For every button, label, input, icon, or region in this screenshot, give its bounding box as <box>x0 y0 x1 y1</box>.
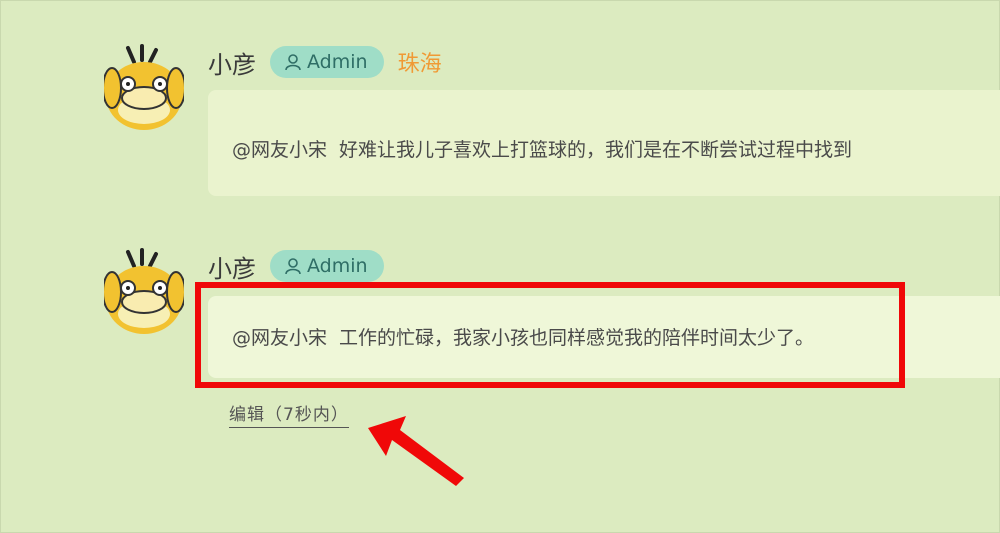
badge-label: Admin <box>307 51 368 73</box>
comment-header: 小彦 Admin 珠海 <box>208 44 442 80</box>
comment-bubble: @网友小宋 工作的忙碌，我家小孩也同样感觉我的陪伴时间太少了。 <box>208 296 1000 378</box>
location-text: 珠海 <box>397 52 442 77</box>
user-icon <box>285 54 301 71</box>
comment-text: 好难让我儿子喜欢上打篮球的，我们是在不断尝试过程中找到 <box>339 139 853 161</box>
user-icon <box>285 258 301 275</box>
mention-link[interactable]: @网友小宋 <box>232 139 327 161</box>
badge-label: Admin <box>307 255 368 277</box>
comment-header: 小彦 Admin <box>208 248 384 284</box>
admin-badge: Admin <box>270 250 384 282</box>
comment-bubble: @网友小宋 好难让我儿子喜欢上打篮球的，我们是在不断尝试过程中找到 <box>208 90 1000 196</box>
admin-badge: Admin <box>270 46 384 78</box>
username[interactable]: 小彦 <box>208 45 256 80</box>
psyduck-avatar-icon[interactable] <box>104 248 184 334</box>
edit-link[interactable]: 编辑（7秒内） <box>229 400 349 428</box>
red-arrow-icon <box>368 416 464 486</box>
mention-link[interactable]: @网友小宋 <box>232 327 327 349</box>
comment-text: 工作的忙碌，我家小孩也同样感觉我的陪伴时间太少了。 <box>339 327 815 349</box>
psyduck-avatar-icon[interactable] <box>104 44 184 130</box>
username[interactable]: 小彦 <box>208 249 256 284</box>
